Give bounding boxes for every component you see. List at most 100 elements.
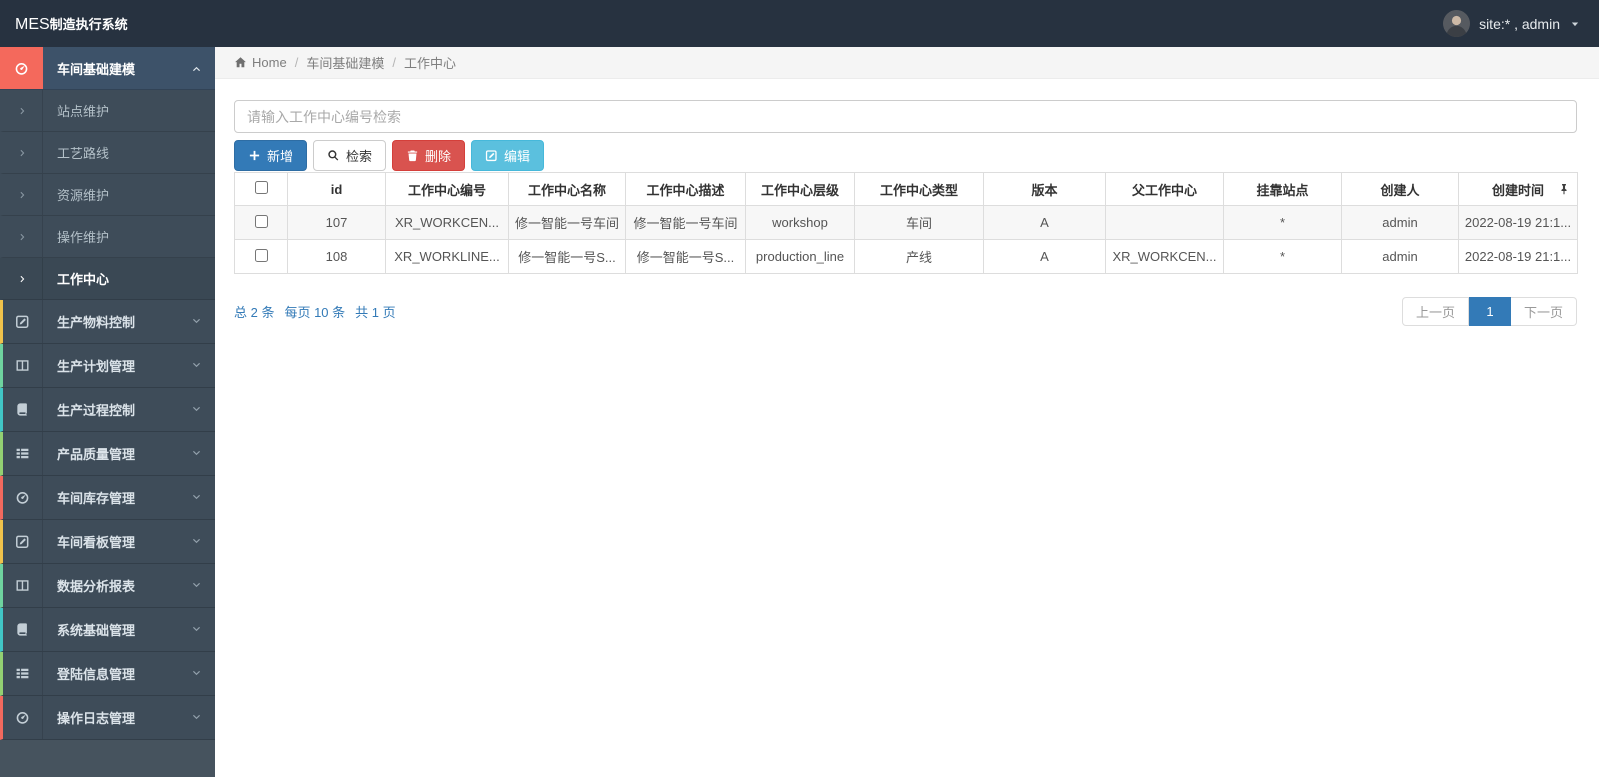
breadcrumb-item-车间基础建模[interactable]: 车间基础建模 bbox=[306, 53, 384, 72]
sidebar-item-资源维护[interactable]: 资源维护 bbox=[0, 174, 215, 216]
select-all-header-cell bbox=[234, 172, 288, 206]
search-button[interactable]: 检索 bbox=[313, 140, 387, 171]
summary-segment: 共 1 页 bbox=[355, 305, 396, 320]
columns-icon bbox=[3, 344, 43, 387]
th-list-icon bbox=[3, 652, 43, 695]
column-header-版本: 版本 bbox=[983, 172, 1106, 206]
chevron-down-icon bbox=[191, 492, 202, 503]
sidebar-item-工作中心[interactable]: 工作中心 bbox=[0, 258, 215, 300]
sidebar-group-车间基础建模[interactable]: 车间基础建模 bbox=[0, 47, 215, 90]
cell-工作中心类型: 产线 bbox=[854, 239, 984, 274]
chevron-up-icon bbox=[191, 63, 202, 74]
row-checkbox[interactable] bbox=[254, 214, 268, 228]
sidebar-item-操作维护[interactable]: 操作维护 bbox=[0, 216, 215, 258]
sidebar-group-登陆信息管理[interactable]: 登陆信息管理 bbox=[0, 652, 215, 696]
column-header-label: 工作中心名称 bbox=[527, 182, 606, 198]
table-footer: 总 2 条每页 10 条共 1 页 上一页 1 下一页 bbox=[234, 297, 1577, 326]
sidebar-group-操作日志管理[interactable]: 操作日志管理 bbox=[0, 696, 215, 740]
sidebar-item-label: 操作维护 bbox=[57, 230, 110, 245]
work-center-table: id 工作中心编号 工作中心名称 工作中心描述 工作中心层级 工作中心类型 版本 父工作中心 挂… bbox=[234, 172, 1578, 274]
chevron-down-icon bbox=[191, 404, 202, 415]
sidebar-item-label: 站点维护 bbox=[57, 104, 110, 119]
breadcrumb: Home / 车间基础建模 / 工作中心 bbox=[215, 47, 1599, 79]
brand-logo[interactable]: MES制造执行系统 bbox=[0, 14, 215, 34]
sidebar-group-产品质量管理[interactable]: 产品质量管理 bbox=[0, 432, 215, 476]
breadcrumb-separator: / bbox=[392, 55, 396, 70]
sidebar-item-站点维护[interactable]: 站点维护 bbox=[0, 90, 215, 132]
delete-button[interactable]: 删除 bbox=[392, 140, 466, 171]
column-header-label: 工作中心层级 bbox=[760, 182, 839, 198]
sidebar-group-label: 生产物料控制 bbox=[57, 315, 136, 330]
caret-down-icon bbox=[1569, 18, 1581, 30]
sidebar: 车间基础建模站点维护工艺路线资源维护操作维护工作中心生产物料控制生产计划管理 生产… bbox=[0, 47, 215, 777]
cell-创建时间: 2022-08-19 21:1... bbox=[1458, 239, 1578, 274]
pencil-square-icon bbox=[3, 520, 43, 563]
sidebar-item-label: 工艺路线 bbox=[57, 146, 110, 161]
summary-segment: 总 2 条 bbox=[234, 305, 275, 320]
column-header-工作中心描述: 工作中心描述 bbox=[625, 172, 746, 206]
summary-segment: 每页 10 条 bbox=[284, 305, 346, 320]
cell-工作中心编号: XR_WORKCEN... bbox=[385, 205, 509, 240]
user-menu[interactable]: site:* , admin bbox=[1443, 10, 1599, 37]
cell-创建人: admin bbox=[1341, 205, 1459, 240]
cell-工作中心名称: 修一智能一号S... bbox=[508, 239, 626, 274]
cell-工作中心层级: production_line bbox=[745, 239, 855, 274]
thumbtack-icon[interactable] bbox=[1558, 183, 1570, 195]
chevron-right-icon bbox=[3, 216, 43, 257]
breadcrumb-item-Home[interactable]: Home bbox=[234, 55, 287, 70]
sidebar-group-生产过程控制[interactable]: 生产过程控制 bbox=[0, 388, 215, 432]
next-page-button[interactable]: 下一页 bbox=[1510, 297, 1577, 326]
pagination-summary: 总 2 条每页 10 条共 1 页 bbox=[234, 302, 396, 321]
cell-父工作中心: XR_WORKCEN... bbox=[1105, 239, 1224, 274]
chevron-right-icon bbox=[3, 258, 43, 299]
sidebar-group-系统基础管理[interactable]: 系统基础管理 bbox=[0, 608, 215, 652]
user-label: site:* , admin bbox=[1479, 15, 1560, 32]
sidebar-group-车间库存管理[interactable]: 车间库存管理 bbox=[0, 476, 215, 520]
page-layout: 车间基础建模站点维护工艺路线资源维护操作维护工作中心生产物料控制生产计划管理 生产… bbox=[0, 47, 1599, 777]
column-header-label: 父工作中心 bbox=[1131, 182, 1197, 198]
column-header-工作中心编号: 工作中心编号 bbox=[385, 172, 509, 206]
row-checkbox[interactable] bbox=[254, 248, 268, 262]
sidebar-item-label: 工作中心 bbox=[57, 272, 110, 287]
sidebar-group-数据分析报表[interactable]: 数据分析报表 bbox=[0, 564, 215, 608]
book-icon bbox=[3, 608, 43, 651]
table-row[interactable]: 107 XR_WORKCEN... 修一智能一号车间 修一智能一号车间 workshop… bbox=[234, 205, 1578, 240]
chevron-down-icon bbox=[191, 448, 202, 459]
cell-版本: A bbox=[983, 239, 1106, 274]
cell-创建时间: 2022-08-19 21:1... bbox=[1458, 205, 1578, 240]
add-button[interactable]: 新增 bbox=[234, 140, 308, 171]
sidebar-group-生产物料控制[interactable]: 生产物料控制 bbox=[0, 300, 215, 344]
cell-id: 108 bbox=[287, 239, 386, 274]
sidebar-group-label: 车间看板管理 bbox=[57, 535, 136, 550]
column-header-工作中心名称: 工作中心名称 bbox=[508, 172, 626, 206]
column-header-label: 创建时间 bbox=[1491, 182, 1544, 198]
cell-挂靠站点: * bbox=[1223, 205, 1342, 240]
column-header-label: 工作中心编号 bbox=[407, 182, 486, 198]
cell-工作中心编号: XR_WORKLINE... bbox=[385, 239, 509, 274]
select-all-checkbox[interactable] bbox=[254, 181, 268, 194]
chevron-down-icon bbox=[191, 316, 202, 327]
table-row[interactable]: 108 XR_WORKLINE... 修一智能一号S... 修一智能一号S... pro… bbox=[234, 239, 1578, 274]
tachometer-icon bbox=[0, 47, 43, 89]
row-select-cell bbox=[234, 205, 288, 240]
edit-icon bbox=[485, 149, 498, 162]
search-input[interactable] bbox=[234, 100, 1577, 133]
sidebar-group-label: 登陆信息管理 bbox=[57, 667, 136, 682]
chevron-right-icon bbox=[3, 90, 43, 131]
sidebar-group-生产计划管理[interactable]: 生产计划管理 bbox=[0, 344, 215, 388]
sidebar-item-工艺路线[interactable]: 工艺路线 bbox=[0, 132, 215, 174]
page-1-button[interactable]: 1 bbox=[1468, 297, 1511, 326]
edit-button[interactable]: 编辑 bbox=[471, 140, 545, 171]
top-navbar: MES制造执行系统 site:* , admin bbox=[0, 0, 1599, 47]
brand-rest: 制造执行系统 bbox=[49, 16, 128, 32]
pencil-square-icon bbox=[3, 300, 43, 343]
column-header-创建时间: 创建时间 bbox=[1458, 172, 1578, 206]
sidebar-item-label: 资源维护 bbox=[57, 188, 110, 203]
prev-page-button[interactable]: 上一页 bbox=[1401, 297, 1469, 326]
sidebar-group-label: 系统基础管理 bbox=[57, 623, 136, 638]
toolbar: 新增 检索 删除 编辑 bbox=[234, 140, 1577, 171]
sidebar-group-label: 数据分析报表 bbox=[57, 579, 136, 594]
breadcrumb-item-label: Home bbox=[252, 55, 287, 70]
sidebar-group-车间看板管理[interactable]: 车间看板管理 bbox=[0, 520, 215, 564]
chevron-down-icon bbox=[191, 536, 202, 547]
